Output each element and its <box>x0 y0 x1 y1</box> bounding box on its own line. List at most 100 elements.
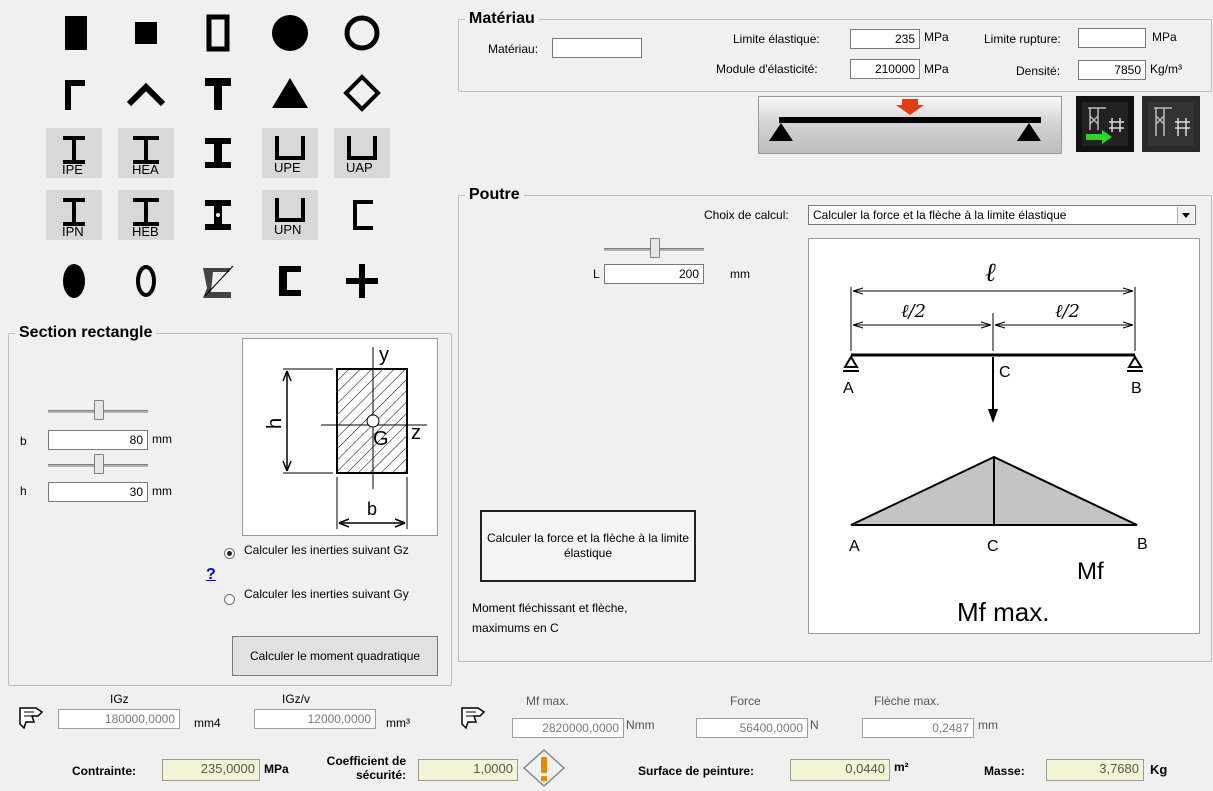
section-hollow-rect-button[interactable] <box>190 8 246 58</box>
radio-inertie-gz[interactable] <box>224 548 235 559</box>
h-unit: mm <box>152 484 172 498</box>
limite-elastique-label: Limite élastique: <box>733 32 820 46</box>
cross-icon <box>346 264 378 298</box>
filled-square-icon <box>135 22 157 44</box>
section-upe-button[interactable]: UPE <box>262 128 318 178</box>
section-custom-button[interactable] <box>190 256 246 306</box>
limite-elastique-input[interactable]: 235 <box>850 29 920 49</box>
choix-calcul-value: Calculer la force et la flèche à la limi… <box>813 208 1067 222</box>
section-rect-full-button[interactable] <box>46 8 102 58</box>
b-slider-thumb[interactable] <box>94 400 104 420</box>
l-slider[interactable] <box>604 238 704 260</box>
coef-securite-value: 1,0000 <box>418 759 518 781</box>
section-triangle-button[interactable] <box>262 68 318 118</box>
h-slider[interactable] <box>48 454 148 476</box>
diagram-c-label: C <box>999 364 1011 381</box>
section-tube-button[interactable] <box>334 8 390 58</box>
section-diamond-button[interactable] <box>334 68 390 118</box>
section-uap-button[interactable]: UAP <box>334 128 390 178</box>
densite-input[interactable]: 7850 <box>1078 60 1146 80</box>
module-unit: MPa <box>924 62 949 76</box>
h-input[interactable]: 30 <box>48 482 148 502</box>
uap-label: UAP <box>346 160 373 175</box>
diagram-z-label: z <box>411 422 421 444</box>
b-input[interactable]: 80 <box>48 430 148 450</box>
limite-rupture-label: Limite rupture: <box>984 32 1061 46</box>
mf-max-label: Mf max. <box>526 694 569 708</box>
surface-peinture-label: Surface de peinture: <box>638 764 755 778</box>
coef-securite-label: Coefficient de sécurité: <box>326 754 406 782</box>
section-heb-button[interactable]: HEB <box>118 190 174 240</box>
filled-circle-icon <box>272 15 308 51</box>
warning-indicator <box>522 748 566 788</box>
radio-inertie-gy[interactable] <box>224 594 235 605</box>
l-slider-thumb[interactable] <box>650 238 660 258</box>
chevron-down-icon[interactable] <box>1177 207 1194 223</box>
mf-max-unit: Nmm <box>626 718 655 732</box>
section-c-welded-button[interactable] <box>262 256 318 306</box>
section-angle-button[interactable] <box>46 68 102 118</box>
section-ellipse-button[interactable] <box>46 256 102 306</box>
limite-rupture-unit: MPa <box>1152 30 1177 44</box>
section-i-welded-button[interactable] <box>190 190 246 240</box>
triangle-icon <box>272 78 308 108</box>
rectangle-section-drawing: y h G z b <box>264 344 427 529</box>
filled-rect-icon <box>65 16 87 50</box>
surface-peinture-unit: m² <box>894 760 909 774</box>
masse-label: Masse: <box>984 764 1025 778</box>
calculer-force-fleche-button[interactable]: Calculer la force et la flèche à la limi… <box>480 510 696 582</box>
section-i-button[interactable] <box>190 128 246 178</box>
section-ipn-button[interactable]: IPN <box>46 190 102 240</box>
section-circle-button[interactable] <box>262 8 318 58</box>
crane-arrow-icon <box>1082 102 1128 146</box>
ring-icon <box>344 15 380 51</box>
radio-inertie-gz-label[interactable]: Calculer les inerties suivant Gz <box>244 544 430 557</box>
igzv-label: IGz/v <box>282 692 311 706</box>
poutre-title: Poutre <box>469 186 520 203</box>
densite-unit: Kg/m³ <box>1150 62 1183 76</box>
welded-i-icon <box>205 200 231 230</box>
limite-rupture-input[interactable] <box>1078 28 1146 48</box>
simple-beam-icon <box>769 99 1041 141</box>
fleche-max-value: 0,2487 <box>862 718 974 738</box>
diagram-c2-label: C <box>987 538 999 555</box>
help-link[interactable]: ? <box>206 566 216 584</box>
diagram-mf-max-label: Mf max. <box>957 597 1049 627</box>
c-channel-icon <box>353 200 373 230</box>
export-results-button[interactable] <box>460 702 486 730</box>
h-slider-thumb[interactable] <box>94 454 104 474</box>
ipe-label: IPE <box>62 162 83 177</box>
force-value: 56400,0000 <box>696 718 808 738</box>
upn-label: UPN <box>274 222 302 237</box>
section-cross-button[interactable] <box>334 256 390 306</box>
h-label: h <box>20 484 27 498</box>
load-case-next-button[interactable] <box>1076 96 1134 152</box>
section-hollow-ellipse-button[interactable] <box>118 256 174 306</box>
materiau-input[interactable] <box>552 38 642 58</box>
l-input[interactable]: 200 <box>604 264 704 284</box>
heb-label: HEB <box>132 224 159 239</box>
section-tee-button[interactable] <box>190 68 246 118</box>
load-case-button[interactable] <box>1142 96 1200 152</box>
export-section-button[interactable] <box>18 702 44 730</box>
beam-type-button[interactable] <box>758 96 1062 154</box>
section-chevron-button[interactable] <box>118 68 174 118</box>
module-label: Module d'élasticité: <box>716 62 818 76</box>
warning-icon <box>522 748 566 788</box>
calculer-moment-quadratique-button[interactable]: Calculer le moment quadratique <box>232 636 438 676</box>
diagram-l-label: ℓ <box>985 258 996 288</box>
section-square-button[interactable] <box>118 8 174 58</box>
section-ipe-button[interactable]: IPE <box>46 128 102 178</box>
masse-unit: Kg <box>1150 762 1168 777</box>
section-hea-button[interactable]: HEA <box>118 128 174 178</box>
igz-unit: mm4 <box>194 716 221 730</box>
section-upn-button[interactable]: UPN <box>262 190 318 240</box>
choix-calcul-select[interactable]: Calculer la force et la flèche à la limi… <box>808 205 1196 225</box>
section-c-channel-button[interactable] <box>334 190 390 240</box>
igz-label: IGz <box>110 692 129 706</box>
materiau-title: Matériau <box>469 10 535 27</box>
b-slider[interactable] <box>48 400 148 422</box>
module-input[interactable]: 210000 <box>850 59 920 79</box>
radio-inertie-gy-label[interactable]: Calculer les inerties suivant Gy <box>244 588 430 601</box>
diagram-g-label: G <box>373 428 389 450</box>
